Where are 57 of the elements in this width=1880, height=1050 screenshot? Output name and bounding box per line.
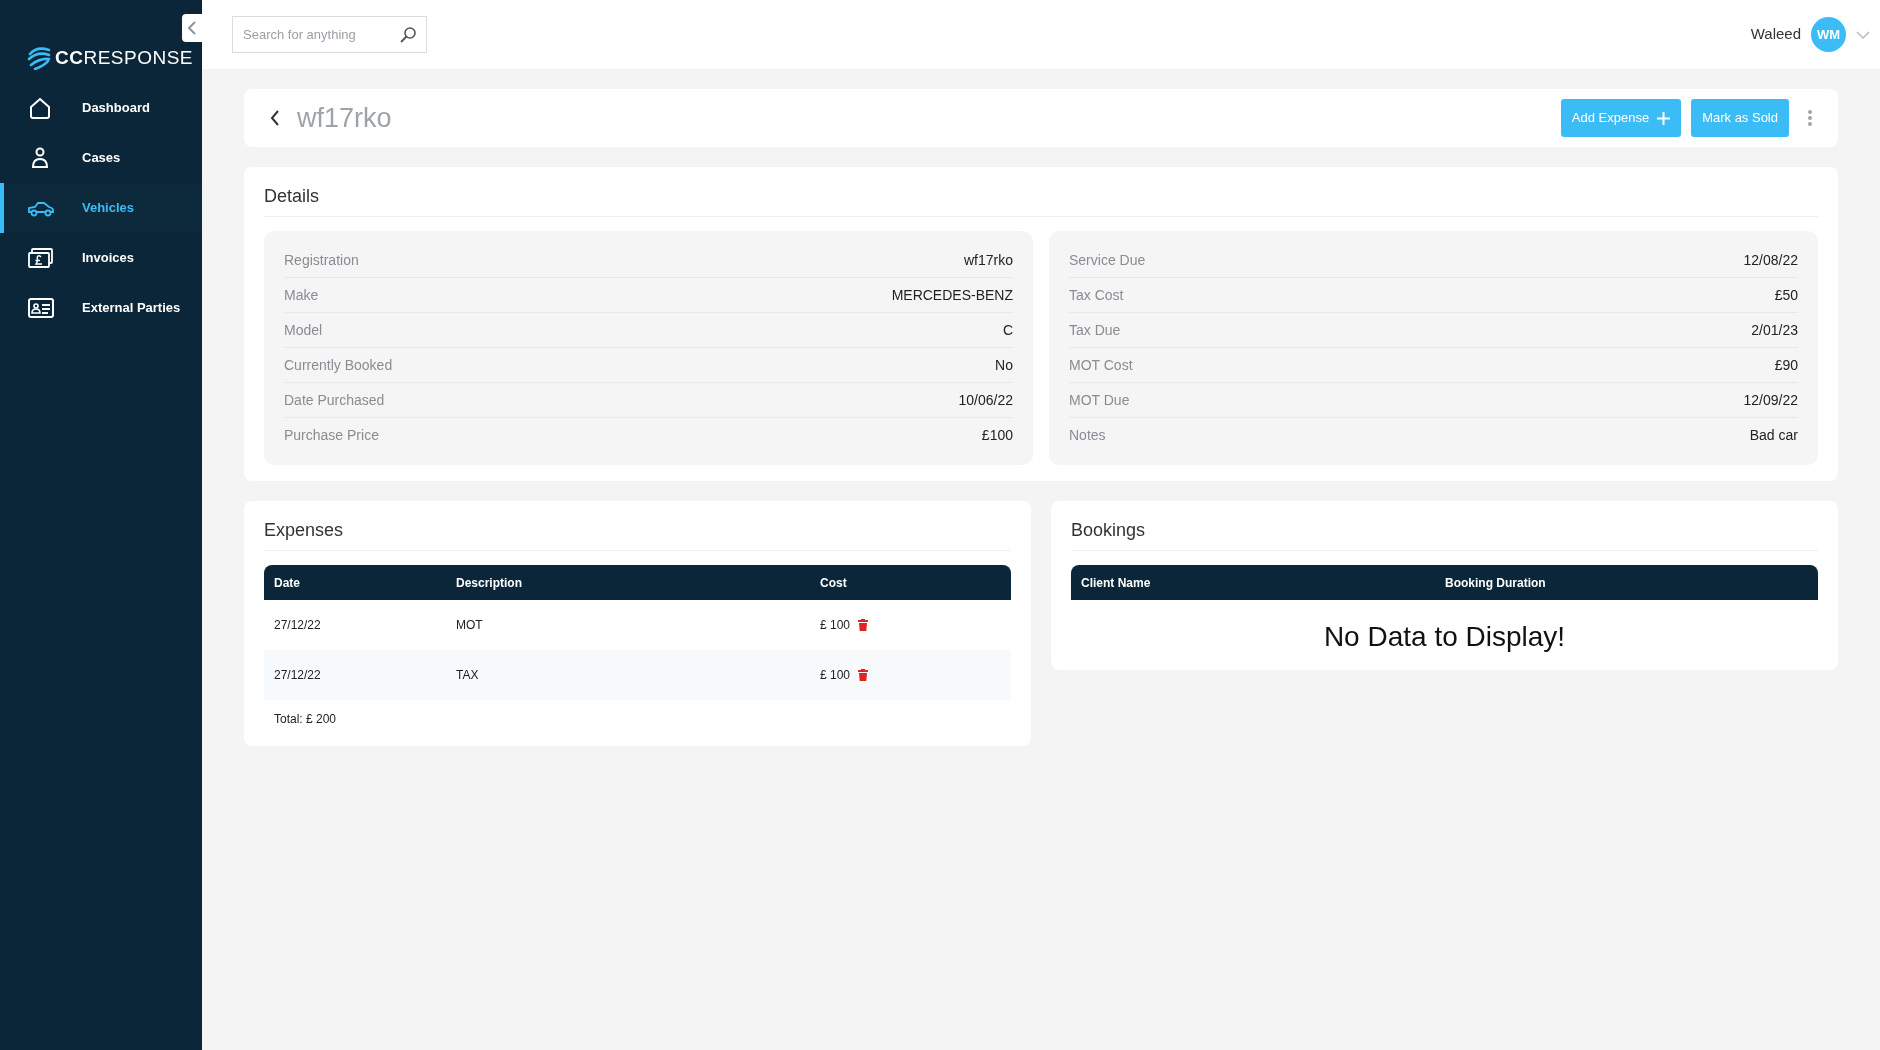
detail-label: Registration bbox=[284, 250, 359, 270]
table-cell: TAX bbox=[456, 668, 479, 682]
detail-label: MOT Cost bbox=[1069, 355, 1133, 375]
detail-label: Service Due bbox=[1069, 250, 1146, 270]
detail-value: No bbox=[995, 355, 1013, 375]
empty-message: No Data to Display! bbox=[1323, 620, 1566, 654]
search-icon bbox=[399, 26, 417, 44]
user-name: Waleed bbox=[1750, 24, 1801, 45]
detail-label: Make bbox=[284, 285, 319, 305]
logo-text: CCRESPONSE bbox=[55, 46, 194, 70]
section-title: Expenses bbox=[264, 519, 345, 542]
table-cell: 27/12/22 bbox=[274, 668, 321, 682]
detail-value: Bad car bbox=[1749, 426, 1798, 445]
plus-icon bbox=[1657, 111, 1671, 125]
detail-value: £100 bbox=[981, 426, 1013, 445]
detail-label: Currently Booked bbox=[284, 355, 393, 375]
sidebar-item[interactable]: Invoices bbox=[0, 232, 202, 283]
detail-label: Purchase Price bbox=[284, 426, 379, 445]
detail-label: MOT Due bbox=[1069, 390, 1130, 410]
column-header: Description bbox=[456, 574, 523, 592]
detail-value: MERCEDES-BENZ bbox=[891, 285, 1013, 305]
section-title: Bookings bbox=[1071, 519, 1147, 542]
detail-value: 12/08/22 bbox=[1743, 250, 1798, 270]
detail-value: wf17rko bbox=[963, 250, 1013, 270]
search-field[interactable]: Search for anything bbox=[232, 16, 427, 53]
detail-value: £90 bbox=[1774, 355, 1798, 375]
detail-value: £50 bbox=[1774, 285, 1798, 305]
detail-label: Notes bbox=[1069, 426, 1106, 445]
table-cell: 27/12/22 bbox=[274, 618, 321, 632]
chevron-left-icon bbox=[187, 21, 197, 35]
column-header: Cost bbox=[820, 574, 848, 592]
detail-value: 12/09/22 bbox=[1743, 390, 1798, 410]
column-header: Date bbox=[274, 574, 301, 592]
column-header: Booking Duration bbox=[1445, 574, 1547, 592]
detail-label: Tax Cost bbox=[1069, 285, 1124, 305]
vehicle-title: wf17rko bbox=[297, 101, 393, 135]
logo-icon bbox=[27, 46, 51, 71]
section-title: Details bbox=[264, 185, 321, 208]
sidebar-item[interactable]: External Parties bbox=[0, 282, 202, 333]
detail-value: C bbox=[1002, 320, 1013, 340]
trash-icon[interactable] bbox=[858, 669, 869, 681]
column-header: Client Name bbox=[1081, 574, 1152, 592]
detail-label: Date Purchased bbox=[284, 390, 385, 410]
sidebar-item[interactable]: Dashboard bbox=[0, 82, 202, 133]
expenses-total: Total: £ 200 bbox=[274, 712, 337, 726]
detail-value: 2/01/23 bbox=[1751, 320, 1798, 340]
detail-label: Model bbox=[284, 320, 323, 340]
trash-icon[interactable] bbox=[858, 619, 869, 631]
collapse-sidebar-button[interactable] bbox=[182, 14, 202, 42]
sidebar-item[interactable]: Vehicles bbox=[0, 182, 202, 233]
more-options-icon[interactable] bbox=[1807, 109, 1813, 127]
table-cell-text: £ 100 bbox=[820, 667, 851, 684]
detail-label: Tax Due bbox=[1069, 320, 1121, 340]
detail-value: 10/06/22 bbox=[958, 390, 1013, 410]
table-cell: MOT bbox=[456, 618, 483, 632]
table-cell-text: £ 100 bbox=[820, 617, 851, 634]
sidebar-item[interactable]: Cases bbox=[0, 132, 202, 183]
